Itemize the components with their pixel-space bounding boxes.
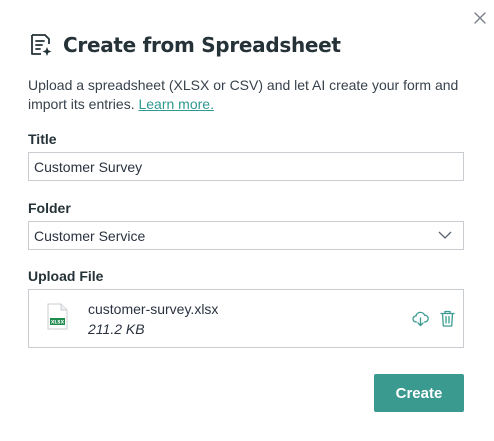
folder-label: Folder [28, 200, 71, 216]
create-from-spreadsheet-dialog: Create from Spreadsheet Upload a spreads… [0, 0, 494, 441]
close-icon[interactable] [470, 8, 490, 28]
title-input[interactable]: Customer Survey [28, 152, 464, 181]
file-name: customer-survey.xlsx [88, 301, 219, 317]
chevron-down-icon [438, 231, 452, 240]
dialog-description: Upload a spreadsheet (XLSX or CSV) and l… [28, 76, 468, 114]
create-button[interactable]: Create [374, 374, 464, 412]
spreadsheet-ai-icon [28, 32, 54, 58]
learn-more-link[interactable]: Learn more. [138, 96, 213, 112]
title-input-value: Customer Survey [34, 158, 143, 175]
dialog-header: Create from Spreadsheet [28, 31, 341, 59]
upload-file-label: Upload File [28, 268, 104, 284]
uploaded-file-card: XLSX customer-survey.xlsx 211.2 KB [28, 289, 464, 348]
file-type-badge: XLSX [51, 320, 65, 326]
trash-icon[interactable] [440, 310, 455, 327]
folder-select-value: Customer Service [34, 227, 146, 244]
dialog-title: Create from Spreadsheet [63, 33, 341, 57]
folder-select[interactable]: Customer Service [28, 221, 464, 250]
cloud-download-icon[interactable] [412, 310, 429, 327]
file-size: 211.2 KB [88, 321, 145, 337]
description-text: Upload a spreadsheet (XLSX or CSV) and l… [28, 77, 459, 112]
title-label: Title [28, 131, 57, 147]
file-xlsx-icon: XLSX [47, 303, 68, 330]
